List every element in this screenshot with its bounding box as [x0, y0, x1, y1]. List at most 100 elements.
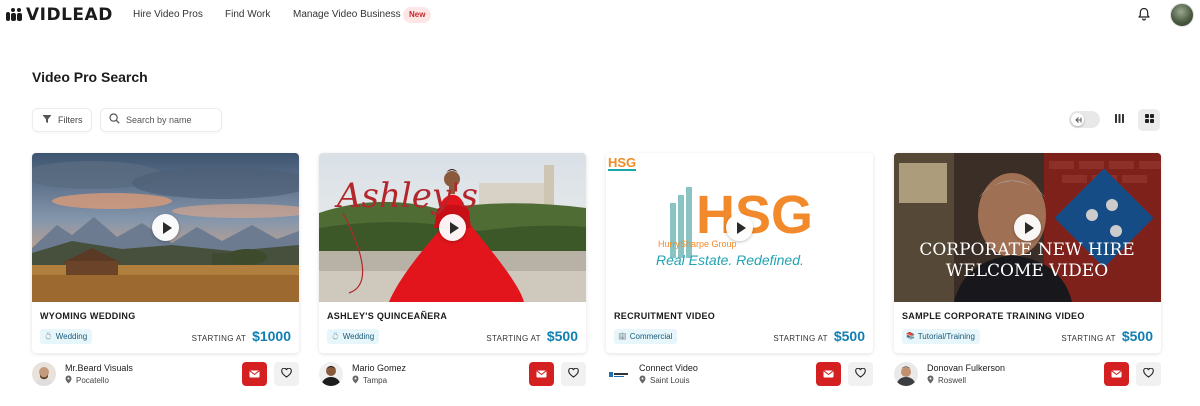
video-card[interactable]: HSG HSG HurrySharpe Group Real Estate. R…	[606, 153, 873, 353]
filters-label: Filters	[58, 115, 83, 125]
video-thumbnail[interactable]	[32, 153, 299, 302]
video-card[interactable]: WYOMING WEDDING 💍 Wedding STARTING AT $10…	[32, 153, 299, 353]
brand-logo[interactable]: VIDLEAD	[6, 5, 113, 25]
category-tag: 💍 Wedding	[327, 329, 380, 344]
price-row: STARTING AT $1000	[192, 328, 291, 344]
view-list-button[interactable]	[1108, 109, 1130, 131]
price-value: $500	[1121, 328, 1153, 344]
category-tag: 📚 Tutorial/Training	[902, 329, 980, 344]
book-icon: 📚	[906, 333, 915, 340]
play-icon[interactable]	[439, 214, 466, 241]
category-tag: 💍 Wedding	[40, 329, 93, 344]
heart-icon	[855, 365, 866, 383]
overlay-title-line1: CORPORATE NEW HIRE	[919, 240, 1134, 260]
price-row: STARTING AT $500	[486, 328, 578, 344]
location-pin-icon	[927, 375, 934, 387]
location-pin-icon	[352, 375, 359, 387]
small-logo-text: HSG	[608, 155, 636, 170]
mail-icon	[823, 365, 834, 383]
heart-icon	[568, 365, 579, 383]
heart-icon	[1143, 365, 1154, 383]
nav-hire-video-pros[interactable]: Hire Video Pros	[133, 9, 203, 21]
favorite-button[interactable]	[274, 362, 299, 386]
owner-name[interactable]: Connect Video	[639, 363, 698, 374]
price-value: $1000	[252, 328, 291, 344]
price-value: $500	[833, 328, 865, 344]
slogan-text: Real Estate. Redefined.	[656, 252, 804, 268]
price-row: STARTING AT $500	[1061, 328, 1153, 344]
company-text: HurrySharpe Group	[658, 239, 737, 249]
play-icon[interactable]	[1014, 214, 1041, 241]
favorite-button[interactable]	[1136, 362, 1161, 386]
message-button[interactable]	[1104, 362, 1129, 386]
message-button[interactable]	[529, 362, 554, 386]
page-title: Video Pro Search	[32, 69, 148, 85]
new-badge: New	[403, 7, 432, 23]
owner-name[interactable]: Donovan Fulkerson	[927, 363, 1005, 374]
card-title: RECRUITMENT VIDEO	[614, 311, 716, 321]
location-pin-icon	[639, 375, 646, 387]
view-grid-button[interactable]	[1138, 109, 1160, 131]
video-thumbnail[interactable]: CORPORATE NEW HIRE WELCOME VIDEO	[894, 153, 1161, 302]
message-button[interactable]	[242, 362, 267, 386]
sidebar-toggle[interactable]	[1069, 111, 1100, 128]
play-icon[interactable]	[152, 214, 179, 241]
owner-avatar[interactable]	[319, 362, 343, 386]
card-title: ASHLEY'S QUINCEAÑERA	[327, 311, 448, 321]
search-box[interactable]	[100, 108, 222, 132]
nav-find-work[interactable]: Find Work	[225, 9, 270, 21]
video-thumbnail[interactable]: HSG HSG HurrySharpe Group Real Estate. R…	[606, 153, 873, 302]
category-label: Wedding	[342, 332, 375, 341]
location-text: Pocatello	[76, 376, 109, 385]
owner-location: Roswell	[927, 375, 966, 387]
owner-name[interactable]: Mr.Beard Visuals	[65, 363, 133, 374]
play-icon[interactable]	[726, 214, 753, 241]
location-pin-icon	[65, 375, 72, 387]
brand-name: VIDLEAD	[26, 5, 113, 25]
message-button[interactable]	[816, 362, 841, 386]
top-nav: VIDLEAD Hire Video Pros Find Work Manage…	[0, 0, 1200, 30]
owner-row: Mario Gomez Tampa	[319, 362, 586, 388]
owner-avatar[interactable]	[32, 362, 56, 386]
owner-location: Pocatello	[65, 375, 109, 387]
owner-location: Saint Louis	[639, 375, 690, 387]
columns-icon	[1114, 111, 1125, 129]
filters-button[interactable]: Filters	[32, 108, 92, 132]
mail-icon	[1111, 365, 1122, 383]
grid-icon	[1144, 111, 1155, 129]
price-value: $500	[546, 328, 578, 344]
owner-row: Donovan Fulkerson Roswell	[894, 362, 1161, 388]
price-label: STARTING AT	[773, 334, 828, 343]
nav-manage-video-business[interactable]: Manage Video Business	[293, 9, 401, 21]
mail-icon	[249, 365, 260, 383]
owner-avatar[interactable]	[894, 362, 918, 386]
overlay-script-text: Ashley's	[334, 176, 478, 216]
location-text: Tampa	[363, 376, 388, 385]
owner-row: Mr.Beard Visuals Pocatello	[32, 362, 299, 388]
owner-name[interactable]: Mario Gomez	[352, 363, 406, 374]
favorite-button[interactable]	[848, 362, 873, 386]
video-card[interactable]: CORPORATE NEW HIRE WELCOME VIDEO SAMPLE …	[894, 153, 1161, 353]
arrow-left-icon	[1071, 113, 1084, 126]
funnel-icon	[42, 111, 52, 129]
bell-icon[interactable]	[1137, 7, 1151, 21]
rings-icon: 💍	[44, 333, 53, 340]
location-text: Saint Louis	[650, 376, 690, 385]
card-title: SAMPLE CORPORATE TRAINING VIDEO	[902, 311, 1085, 321]
category-label: Commercial	[629, 332, 673, 341]
video-card[interactable]: Ashley's ASHLEY'S QUINCEAÑERA 💍 Wedding S…	[319, 153, 586, 353]
big-logo-text: HSG	[696, 185, 813, 245]
price-label: STARTING AT	[1061, 334, 1116, 343]
price-label: STARTING AT	[191, 334, 247, 343]
mail-icon	[536, 365, 547, 383]
rings-icon: 💍	[331, 333, 340, 340]
location-text: Roswell	[938, 376, 967, 385]
video-thumbnail[interactable]: Ashley's	[319, 153, 586, 302]
user-avatar[interactable]	[1170, 3, 1194, 27]
heart-icon	[281, 365, 292, 383]
search-input[interactable]	[126, 115, 218, 125]
overlay-title-line2: WELCOME VIDEO	[946, 261, 1108, 281]
card-title: WYOMING WEDDING	[40, 311, 136, 321]
favorite-button[interactable]	[561, 362, 586, 386]
owner-avatar[interactable]	[606, 362, 630, 386]
